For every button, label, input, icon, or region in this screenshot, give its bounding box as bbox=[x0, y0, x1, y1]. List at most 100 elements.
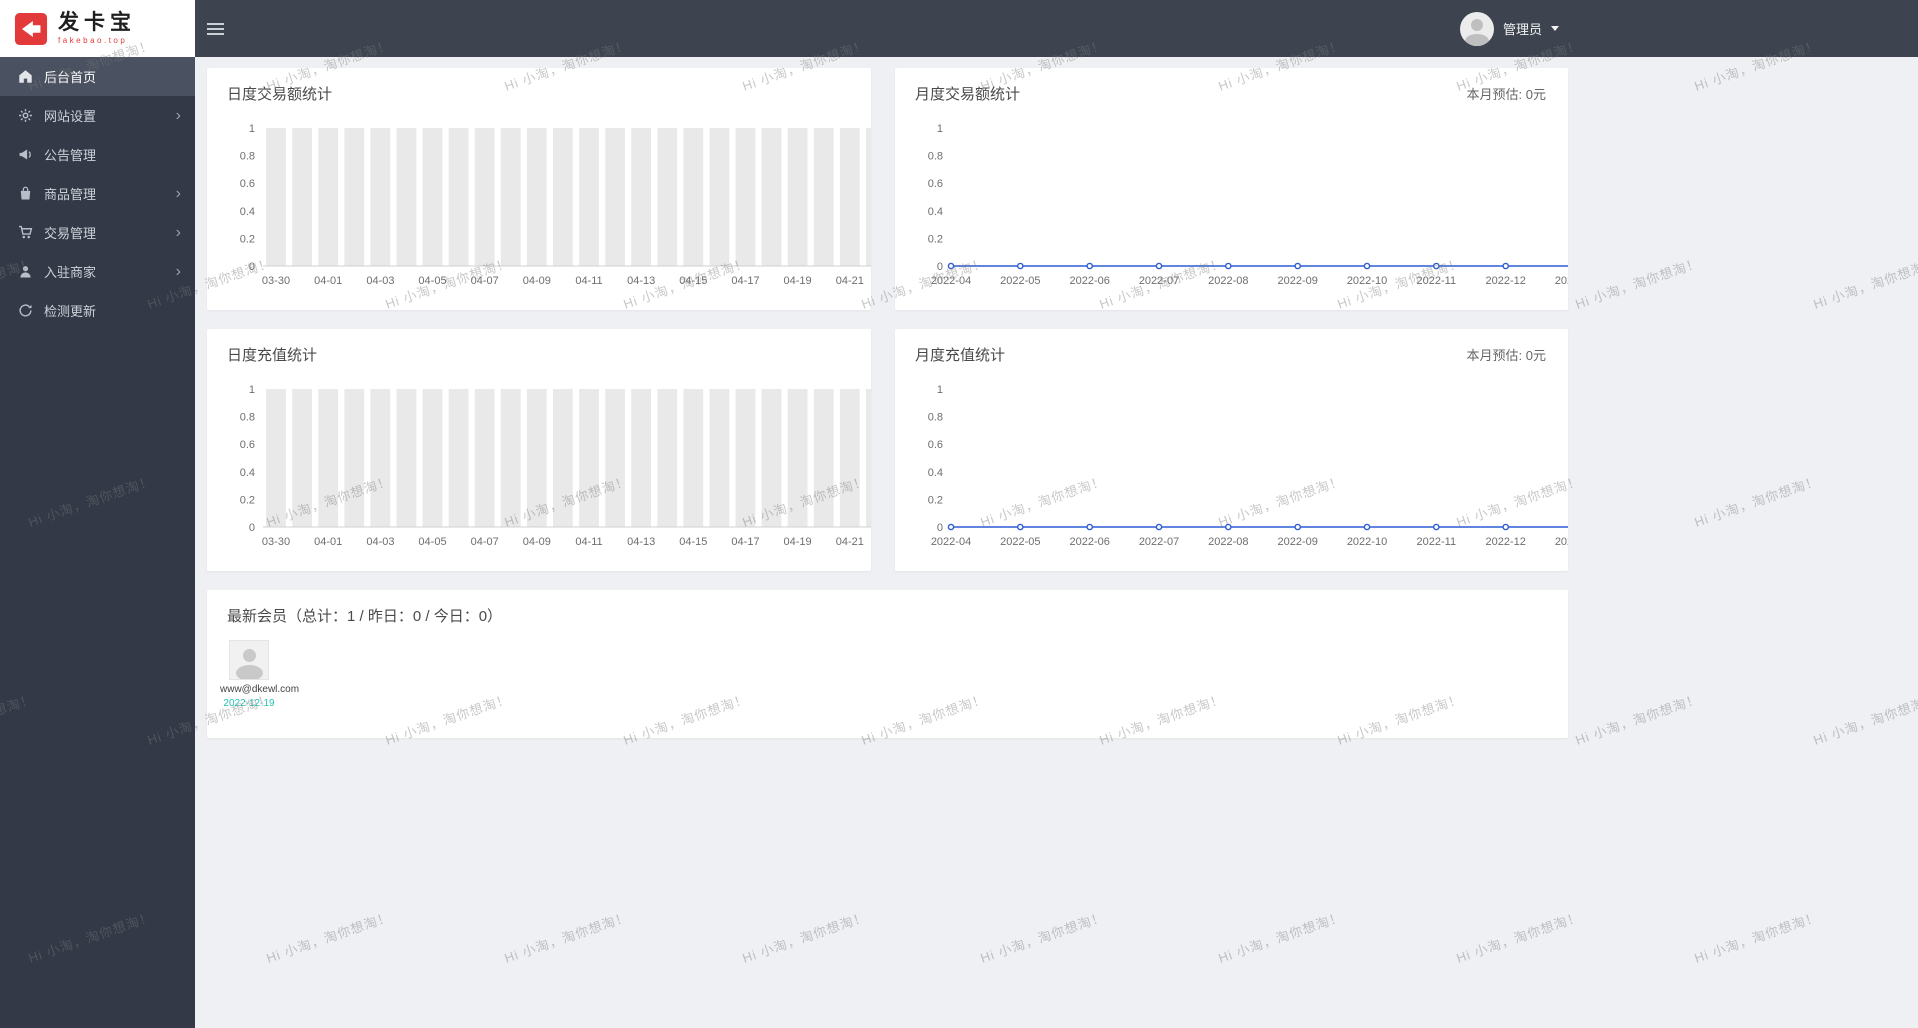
svg-text:0.8: 0.8 bbox=[240, 412, 255, 424]
svg-text:0.8: 0.8 bbox=[240, 151, 255, 163]
sidebar-item-label: 公告管理 bbox=[44, 148, 97, 163]
card-monthly-recharge: 月度充值统计 本月预估: 0元 0 0.2 0.4 0.6 0.8 1 2022-04 202… bbox=[895, 329, 1568, 571]
svg-text:04-07: 04-07 bbox=[471, 275, 499, 287]
monthly-transactions-chart: 0 0.2 0.4 0.6 0.8 1 2022-04 2022-05 2022-06 2022-… bbox=[905, 116, 1568, 292]
svg-text:0.2: 0.2 bbox=[240, 494, 255, 506]
brand-name: 发卡宝 bbox=[58, 11, 136, 34]
svg-text:0.4: 0.4 bbox=[928, 206, 943, 218]
sidebar-item-label: 入驻商家 bbox=[44, 265, 97, 280]
svg-text:04-01: 04-01 bbox=[314, 536, 342, 548]
sidebar-item-label: 后台首页 bbox=[44, 70, 97, 85]
watermark-text: Hi 小淘，淘你想淘！ bbox=[1692, 473, 1822, 530]
svg-text:2022-07: 2022-07 bbox=[1139, 536, 1179, 548]
card-daily-recharge: 日度充值统计 0 0.2 0.4 0.6 0.8 1 03-30 04-01 04-03 04-0… bbox=[207, 329, 871, 571]
svg-text:2022-10: 2022-10 bbox=[1347, 275, 1387, 287]
brand-text: 发卡宝 fakebao.top bbox=[58, 11, 136, 46]
svg-text:0.4: 0.4 bbox=[240, 206, 255, 218]
brand-logo[interactable]: 发卡宝 fakebao.top bbox=[0, 0, 195, 57]
brand-logo-icon bbox=[14, 12, 48, 45]
sidebar-item-home[interactable]: 后台首页 bbox=[0, 57, 195, 96]
daily-transactions-chart: 0 0.2 0.4 0.6 0.8 1 03-30 04-01 04-03 04-05 04-07 0… bbox=[217, 116, 871, 292]
sidebar-item-products[interactable]: 商品管理 › bbox=[0, 174, 195, 213]
announcement-icon bbox=[18, 147, 33, 162]
chevron-right-icon: › bbox=[175, 262, 181, 280]
sidebar-item-label: 网站设置 bbox=[44, 109, 97, 124]
user-menu[interactable]: 管理员 bbox=[1460, 0, 1560, 57]
watermark-text: Hi 小淘，淘你想淘！ bbox=[1573, 691, 1703, 748]
sidebar-item-announcements[interactable]: 公告管理 bbox=[0, 135, 195, 174]
svg-text:2022-11: 2022-11 bbox=[1417, 536, 1457, 548]
gear-icon bbox=[18, 108, 33, 123]
svg-text:03-30: 03-30 bbox=[262, 275, 290, 287]
chevron-right-icon: › bbox=[175, 106, 181, 124]
svg-text:04-07: 04-07 bbox=[471, 536, 499, 548]
sidebar: 后台首页 网站设置 › 公告管理 商品管理 › 交易管理 › 入驻商家 › 检测… bbox=[0, 57, 195, 1028]
svg-text:04-05: 04-05 bbox=[418, 536, 446, 548]
watermark-text: Hi 小淘，淘你想淘！ bbox=[1811, 691, 1918, 748]
svg-text:04-17: 04-17 bbox=[731, 536, 759, 548]
monthly-recharge-chart: 0 0.2 0.4 0.6 0.8 1 2022-04 2022-05 2022-06 2022-… bbox=[905, 377, 1568, 553]
charts-row-2: 日度充值统计 0 0.2 0.4 0.6 0.8 1 03-30 04-01 04-03 04-0… bbox=[207, 329, 1568, 571]
watermark-text: Hi 小淘，淘你想淘！ bbox=[978, 909, 1108, 966]
bag-icon bbox=[18, 186, 33, 201]
svg-text:0: 0 bbox=[249, 522, 255, 534]
member-avatar bbox=[229, 640, 269, 680]
sidebar-item-orders[interactable]: 交易管理 › bbox=[0, 213, 195, 252]
chevron-down-icon bbox=[1551, 26, 1560, 31]
card-daily-transactions: 日度交易额统计 0 0.2 0.4 0.6 0.8 1 03-30 04-01 04-03 04-… bbox=[207, 68, 871, 310]
sidebar-item-merchants[interactable]: 入驻商家 › bbox=[0, 252, 195, 291]
svg-text:0: 0 bbox=[249, 261, 255, 273]
svg-text:04-13: 04-13 bbox=[627, 275, 655, 287]
card-title: 月度充值统计 bbox=[915, 347, 1006, 364]
sidebar-toggle-button[interactable] bbox=[207, 0, 249, 57]
svg-text:2022-09: 2022-09 bbox=[1278, 536, 1318, 548]
svg-text:1: 1 bbox=[937, 384, 943, 396]
sidebar-item-check-update[interactable]: 检测更新 bbox=[0, 291, 195, 330]
svg-text:04-15: 04-15 bbox=[679, 536, 707, 548]
svg-text:0.4: 0.4 bbox=[928, 467, 943, 479]
svg-text:2023-01: 2023-01 bbox=[1555, 275, 1568, 287]
member-date-link[interactable]: 2022-12-19 bbox=[220, 698, 278, 709]
chevron-right-icon: › bbox=[175, 184, 181, 202]
svg-text:0: 0 bbox=[937, 261, 943, 273]
member-item: www@dkewl.com 2022-12-19 bbox=[220, 640, 299, 709]
svg-text:0.6: 0.6 bbox=[240, 178, 255, 190]
watermark-text: Hi 小淘，淘你想淘！ bbox=[502, 909, 632, 966]
sidebar-item-label: 商品管理 bbox=[44, 187, 97, 202]
svg-text:04-05: 04-05 bbox=[418, 275, 446, 287]
card-title: 日度交易额统计 bbox=[227, 86, 333, 103]
svg-text:2022-04: 2022-04 bbox=[931, 275, 971, 287]
svg-text:0.6: 0.6 bbox=[928, 439, 943, 451]
cart-icon bbox=[18, 225, 33, 240]
svg-text:2022-05: 2022-05 bbox=[1000, 536, 1040, 548]
svg-text:2022-12: 2022-12 bbox=[1486, 536, 1526, 548]
watermark-text: Hi 小淘，淘你想淘！ bbox=[264, 909, 394, 966]
svg-text:0.8: 0.8 bbox=[928, 412, 943, 424]
card-title: 日度充值统计 bbox=[227, 347, 318, 364]
svg-text:0.2: 0.2 bbox=[928, 233, 943, 245]
svg-text:04-11: 04-11 bbox=[575, 275, 602, 287]
sidebar-item-site-settings[interactable]: 网站设置 › bbox=[0, 96, 195, 135]
card-monthly-transactions: 月度交易额统计 本月预估: 0元 0 0.2 0.4 0.6 0.8 1 2022-04 20… bbox=[895, 68, 1568, 310]
svg-text:04-19: 04-19 bbox=[784, 275, 812, 287]
card-latest-members: 最新会员（总计：1 / 昨日：0 / 今日：0） www@dkewl.com 2… bbox=[207, 590, 1568, 738]
svg-text:04-01: 04-01 bbox=[314, 275, 342, 287]
monthly-estimate-label: 本月预估: 0元 bbox=[1466, 348, 1546, 363]
user-icon bbox=[18, 264, 33, 279]
svg-text:04-03: 04-03 bbox=[366, 536, 394, 548]
chevron-right-icon: › bbox=[175, 223, 181, 241]
svg-text:0.8: 0.8 bbox=[928, 151, 943, 163]
svg-text:04-15: 04-15 bbox=[679, 275, 707, 287]
svg-text:04-21: 04-21 bbox=[836, 275, 864, 287]
main-content: 日度交易额统计 0 0.2 0.4 0.6 0.8 1 03-30 04-01 04-03 04-… bbox=[195, 57, 1568, 738]
card-title: 月度交易额统计 bbox=[915, 86, 1021, 103]
user-avatar bbox=[1460, 11, 1494, 46]
svg-text:2022-06: 2022-06 bbox=[1070, 536, 1110, 548]
svg-text:0.6: 0.6 bbox=[928, 178, 943, 190]
svg-text:2022-08: 2022-08 bbox=[1208, 536, 1248, 548]
brand-domain: fakebao.top bbox=[58, 36, 128, 45]
user-name: 管理员 bbox=[1503, 22, 1543, 37]
charts-row-1: 日度交易额统计 0 0.2 0.4 0.6 0.8 1 03-30 04-01 04-03 04-… bbox=[207, 68, 1568, 310]
svg-text:1: 1 bbox=[249, 123, 255, 135]
svg-text:0: 0 bbox=[937, 522, 943, 534]
